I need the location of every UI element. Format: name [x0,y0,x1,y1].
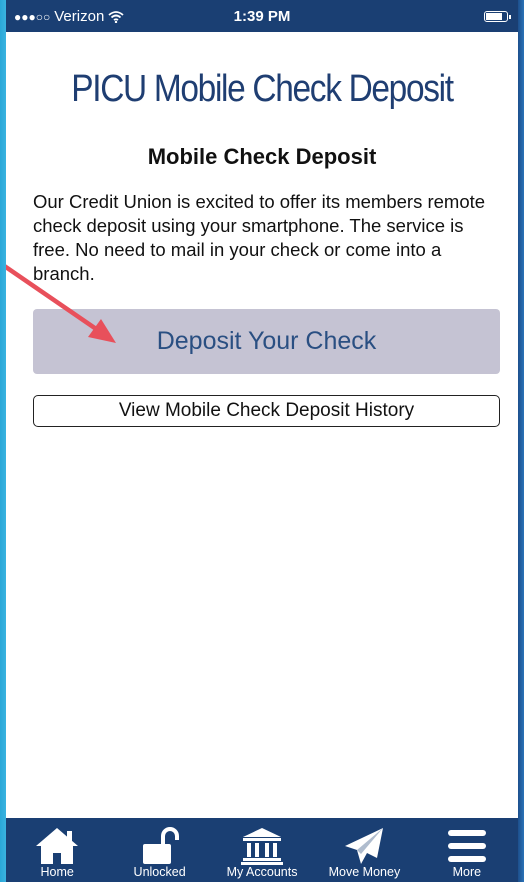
status-time: 1:39 PM [233,8,291,25]
unlocked-padlock-icon [142,827,179,864]
hamburger-menu-icon [447,830,486,862]
tab-home[interactable]: Home [6,818,108,882]
page-title: Mobile Check Deposit [147,144,377,169]
tab-label: More [452,865,482,879]
phone-screen: ●●●○○ Verizon 1:39 PM PICU Mobile Check … [6,0,518,882]
status-bar: ●●●○○ Verizon 1:39 PM [6,0,518,32]
brand-title: PICU Mobile Check Deposit [71,68,454,110]
view-deposit-history-button[interactable]: View Mobile Check Deposit History [33,395,500,427]
tab-my-accounts[interactable]: My Accounts [211,818,313,882]
tab-label: Move Money [328,865,401,879]
tab-bar: Home Unlocked My Accounts Move Money Mor… [6,818,518,882]
battery-icon [484,11,511,22]
tab-label: Home [40,865,74,879]
tab-move-money[interactable]: Move Money [313,818,415,882]
bank-icon [241,828,284,865]
home-icon [36,828,79,864]
tab-more[interactable]: More [416,818,518,882]
paper-plane-icon [345,828,384,864]
tab-unlocked[interactable]: Unlocked [108,818,210,882]
tab-label: Unlocked [133,865,186,879]
device-edge [518,0,524,882]
annotation-arrow-icon [6,264,116,343]
tab-label: My Accounts [226,865,298,879]
